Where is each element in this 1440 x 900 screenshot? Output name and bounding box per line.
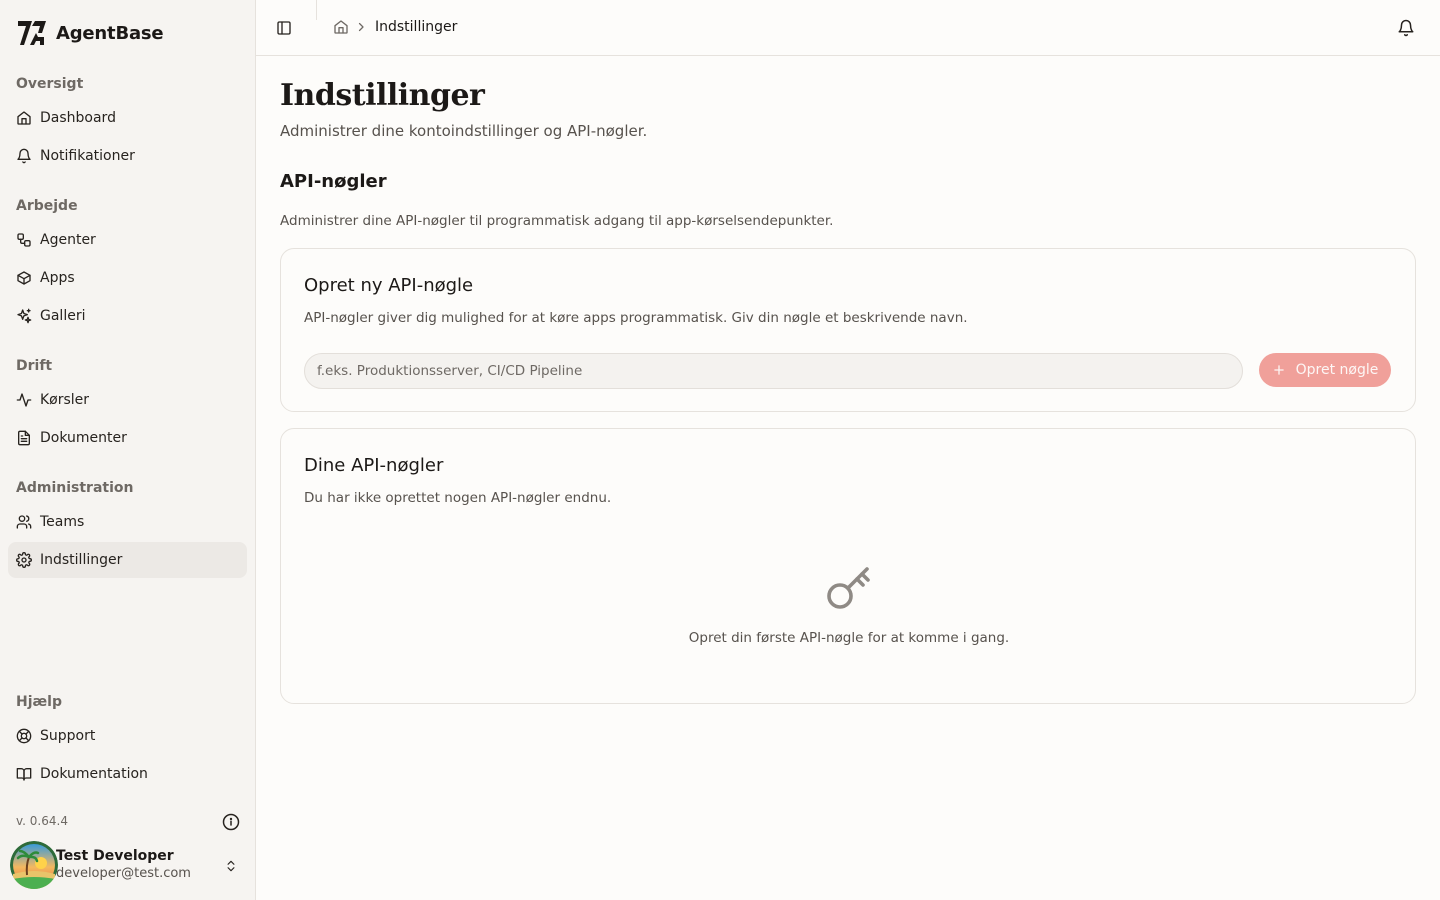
topbar: Indstillinger bbox=[256, 0, 1440, 56]
topbar-divider bbox=[316, 0, 317, 20]
sidebar-item-dokumentation[interactable]: Dokumentation bbox=[8, 756, 247, 792]
sidebar-item-apps[interactable]: Apps bbox=[8, 260, 247, 296]
sidebar-item-label: Kørsler bbox=[40, 392, 90, 408]
card-description: API-nøgler giver dig mulighed for at kør… bbox=[304, 310, 968, 326]
sidebar-item-label: Teams bbox=[40, 514, 85, 530]
user-menu[interactable]: Test Developer developer@test.com bbox=[10, 840, 248, 890]
user-email: developer@test.com bbox=[56, 866, 191, 881]
section-description: Administrer dine API-nøgler til programm… bbox=[280, 213, 834, 229]
sidebar-item-teams[interactable]: Teams bbox=[8, 504, 247, 540]
nav-heading-arbejde: Arbejde bbox=[16, 198, 78, 214]
sidebar-item-label: Galleri bbox=[40, 308, 86, 324]
brand-logo bbox=[18, 21, 46, 45]
activity-icon bbox=[16, 392, 32, 408]
nav-heading-administration: Administration bbox=[16, 480, 134, 496]
sidebar-item-label: Notifikationer bbox=[40, 148, 135, 164]
sidebar-item-dashboard[interactable]: Dashboard bbox=[8, 100, 247, 136]
card-title: Dine API-nøgler bbox=[304, 455, 444, 476]
card-description: Du har ikke oprettet nogen API-nøgler en… bbox=[304, 490, 612, 506]
user-info: Test Developer developer@test.com bbox=[56, 848, 191, 882]
section-title: API-nøgler bbox=[280, 171, 387, 192]
workflow-icon bbox=[16, 232, 32, 248]
app-name: AgentBase bbox=[56, 22, 164, 44]
nav-heading-hjaelp: Hjælp bbox=[16, 694, 63, 710]
home-icon bbox=[16, 110, 32, 126]
chevrons-up-down-icon bbox=[227, 860, 235, 872]
breadcrumb-current: Indstillinger bbox=[375, 19, 458, 35]
sidebar-item-koersler[interactable]: Kørsler bbox=[8, 382, 247, 418]
create-key-button-label: Opret nøgle bbox=[1295, 362, 1379, 378]
sidebar-item-notifikationer[interactable]: Notifikationer bbox=[8, 138, 247, 174]
breadcrumb: Indstillinger bbox=[333, 19, 457, 35]
card-title: Opret ny API-nøgle bbox=[304, 275, 474, 296]
file-text-icon bbox=[16, 430, 32, 446]
settings-icon bbox=[16, 552, 32, 568]
page-subtitle: Administrer dine kontoindstillinger og A… bbox=[280, 122, 648, 140]
sidebar-item-dokumenter[interactable]: Dokumenter bbox=[8, 420, 247, 456]
page-title: Indstillinger bbox=[280, 78, 485, 113]
brand[interactable]: AgentBase bbox=[16, 18, 164, 48]
info-icon[interactable] bbox=[222, 813, 240, 831]
chevron-right-icon bbox=[358, 22, 364, 32]
box-icon bbox=[16, 270, 32, 286]
sidebar-item-label: Dokumenter bbox=[40, 430, 127, 446]
users-icon bbox=[16, 514, 32, 530]
sidebar-item-label: Apps bbox=[40, 270, 75, 286]
api-key-name-input[interactable] bbox=[304, 353, 1243, 389]
sidebar-item-galleri[interactable]: Galleri bbox=[8, 298, 247, 334]
create-api-key-card: Opret ny API-nøgle API-nøgler giver dig … bbox=[280, 248, 1416, 412]
sidebar-item-agenter[interactable]: Agenter bbox=[8, 222, 247, 258]
sidebar-item-indstillinger[interactable]: Indstillinger bbox=[8, 542, 247, 578]
sidebar: AgentBase Oversigt Dashboard Notifikatio… bbox=[0, 0, 256, 900]
create-key-button[interactable]: Opret nøgle bbox=[1259, 353, 1391, 387]
life-buoy-icon bbox=[16, 728, 32, 744]
sidebar-item-support[interactable]: Support bbox=[8, 718, 247, 754]
sidebar-item-label: Dokumentation bbox=[40, 766, 148, 782]
home-icon[interactable] bbox=[333, 19, 349, 35]
bell-icon bbox=[16, 148, 32, 164]
app-version: v. 0.64.4 bbox=[16, 814, 68, 828]
api-keys-list-card: Dine API-nøgler Du har ikke oprettet nog… bbox=[280, 428, 1416, 704]
sparkles-icon bbox=[16, 308, 32, 324]
user-name: Test Developer bbox=[56, 848, 174, 864]
sidebar-item-label: Dashboard bbox=[40, 110, 116, 126]
sidebar-item-label: Indstillinger bbox=[40, 552, 123, 568]
book-open-icon bbox=[16, 766, 32, 782]
avatar bbox=[10, 841, 58, 889]
key-icon bbox=[827, 567, 870, 609]
sidebar-item-label: Support bbox=[40, 728, 96, 744]
panel-left-icon[interactable] bbox=[276, 20, 292, 36]
bell-icon[interactable] bbox=[1397, 19, 1415, 37]
nav-heading-oversigt: Oversigt bbox=[16, 76, 84, 92]
sidebar-item-label: Agenter bbox=[40, 232, 96, 248]
empty-state-text: Opret din første API-nøgle for at komme … bbox=[688, 630, 1010, 646]
nav-heading-drift: Drift bbox=[16, 358, 53, 374]
plus-icon bbox=[1273, 365, 1284, 375]
